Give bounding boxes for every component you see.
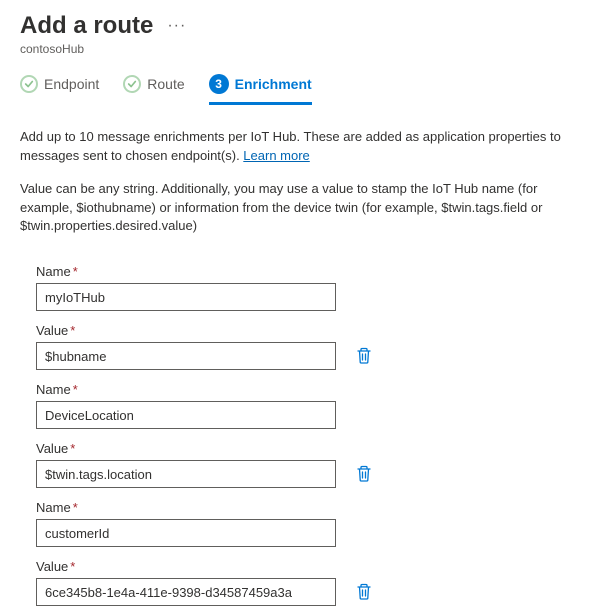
step-label: Endpoint [44,76,99,92]
name-input[interactable] [36,283,336,311]
step-number: 3 [209,74,229,94]
trash-icon [356,583,372,601]
name-label: Name [36,382,71,397]
content-area: Add up to 10 message enrichments per IoT… [0,106,610,246]
value-hint: Value can be any string. Additionally, y… [20,180,590,237]
learn-more-link[interactable]: Learn more [243,148,309,163]
required-mark: * [73,264,78,279]
step-enrichment[interactable]: 3 Enrichment [209,74,312,105]
value-label: Value [36,323,68,338]
delete-enrichment-button[interactable] [354,463,374,485]
name-input[interactable] [36,519,336,547]
hub-name: contosoHub [20,42,590,56]
intro-text: Add up to 10 message enrichments per IoT… [20,128,590,166]
page-header: Add a route ··· contosoHub [0,0,610,60]
name-label: Name [36,264,71,279]
value-field: Value* [36,323,590,370]
value-label: Value [36,441,68,456]
more-actions-button[interactable]: ··· [167,18,186,34]
step-label: Route [147,76,184,92]
step-label: Enrichment [235,76,312,92]
value-input[interactable] [36,578,336,606]
name-field: Name* [36,500,590,547]
trash-icon [356,465,372,483]
required-mark: * [73,500,78,515]
step-endpoint[interactable]: Endpoint [20,74,99,105]
value-field: Value* [36,559,590,606]
check-icon [20,75,38,93]
wizard-steps: Endpoint Route 3 Enrichment [0,60,610,106]
enrichment-form: Name* Value* Name* Value* Name* [0,246,610,616]
required-mark: * [70,323,75,338]
value-label: Value [36,559,68,574]
delete-enrichment-button[interactable] [354,345,374,367]
check-icon [123,75,141,93]
trash-icon [356,347,372,365]
required-mark: * [70,559,75,574]
delete-enrichment-button[interactable] [354,581,374,603]
name-label: Name [36,500,71,515]
required-mark: * [70,441,75,456]
value-input[interactable] [36,460,336,488]
required-mark: * [73,382,78,397]
step-route[interactable]: Route [123,74,184,105]
value-field: Value* [36,441,590,488]
name-field: Name* [36,264,590,311]
name-field: Name* [36,382,590,429]
name-input[interactable] [36,401,336,429]
value-input[interactable] [36,342,336,370]
page-title: Add a route [20,12,153,40]
